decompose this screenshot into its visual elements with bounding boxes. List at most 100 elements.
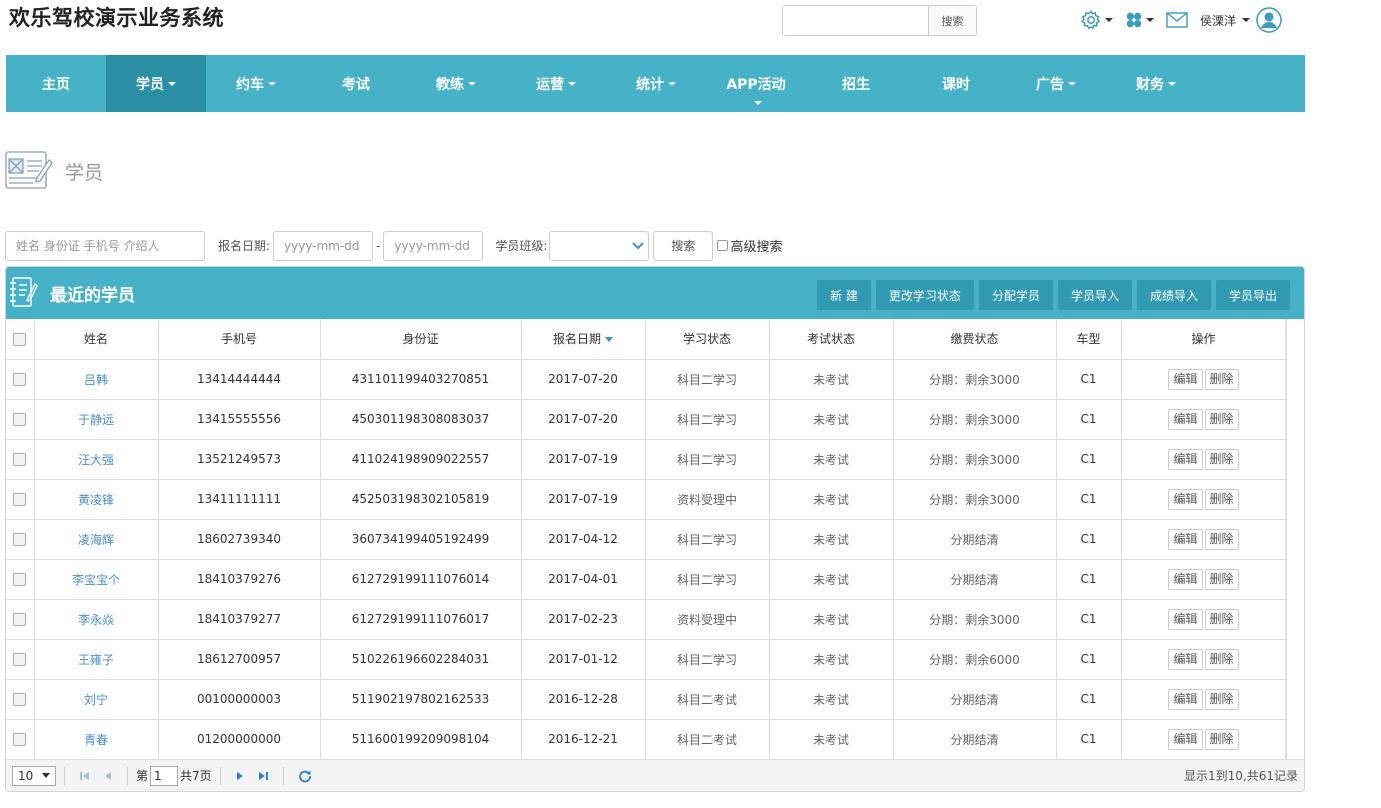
edit-button[interactable]: 编辑 — [1168, 408, 1203, 430]
refresh-icon[interactable] — [298, 769, 312, 783]
filter-search-button[interactable]: 搜索 — [653, 230, 714, 261]
panel-action-button[interactable]: 新 建 — [817, 280, 871, 310]
student-name-link[interactable]: 青春 — [34, 719, 159, 760]
panel-action-button[interactable]: 学员导出 — [1215, 280, 1290, 310]
edit-button[interactable]: 编辑 — [1168, 728, 1203, 750]
nav-item-5[interactable]: 运营 — [506, 55, 606, 112]
row-checkbox[interactable] — [13, 573, 27, 586]
edit-button[interactable]: 编辑 — [1168, 648, 1203, 670]
delete-button[interactable]: 删除 — [1204, 648, 1239, 670]
delete-button[interactable]: 删除 — [1204, 528, 1239, 550]
table-row[interactable]: 李宝宝个 18410379276 612729199111076014 2017-04… — [6, 559, 1287, 600]
select-all-checkbox[interactable] — [13, 332, 27, 346]
messages-button[interactable] — [1166, 12, 1188, 28]
row-checkbox[interactable] — [13, 533, 27, 546]
student-name-link[interactable]: 于静远 — [34, 399, 159, 440]
table-row[interactable]: 李永焱 18410379277 612729199111076017 2017-02-… — [6, 599, 1287, 640]
delete-button[interactable]: 删除 — [1204, 408, 1239, 430]
edit-button[interactable]: 编辑 — [1168, 448, 1203, 470]
table-scrollbar[interactable] — [1285, 319, 1304, 759]
nav-item-10[interactable]: 广告 — [1006, 55, 1106, 112]
edit-button[interactable]: 编辑 — [1168, 568, 1203, 590]
date-to-input[interactable]: yyyy-mm-dd — [383, 230, 484, 261]
panel-action-button[interactable]: 更改学习状态 — [875, 280, 974, 310]
table-row[interactable]: 凌海辉 18602739340 360734199405192499 2017-04-… — [6, 519, 1287, 560]
nav-item-8[interactable]: 招生 — [806, 55, 906, 112]
table-row[interactable]: 王雍子 18612700957 510226196602284031 2017-01-… — [6, 639, 1287, 680]
delete-button[interactable]: 删除 — [1204, 448, 1239, 470]
advanced-search-checkbox[interactable] — [717, 240, 729, 251]
edit-button[interactable]: 编辑 — [1168, 608, 1203, 630]
row-checkbox[interactable] — [13, 453, 27, 466]
nav-item-0[interactable]: 主页 — [6, 55, 106, 112]
page-size-select[interactable]: 10 — [12, 765, 56, 786]
prev-page-icon[interactable] — [103, 770, 113, 782]
row-checkbox[interactable] — [13, 733, 27, 746]
student-name-link[interactable]: 凌海辉 — [34, 519, 159, 560]
column-header[interactable]: 手机号 — [158, 319, 321, 360]
last-page-icon[interactable] — [257, 770, 269, 782]
table-row[interactable]: 黄凌锋 13411111111 452503198302105819 2017-07-… — [6, 479, 1287, 520]
student-name-link[interactable]: 王雍子 — [34, 639, 159, 680]
advanced-search-label[interactable]: 高级搜索 — [730, 236, 782, 255]
keyword-input[interactable]: 姓名 身份证 手机号 介绍人 — [5, 230, 205, 261]
edit-button[interactable]: 编辑 — [1168, 368, 1203, 390]
column-header[interactable]: 报名日期 — [521, 319, 646, 360]
nav-item-3[interactable]: 考试 — [306, 55, 406, 112]
column-header[interactable]: 缴费状态 — [893, 319, 1057, 360]
row-checkbox[interactable] — [13, 373, 27, 386]
student-name-link[interactable]: 李永焱 — [34, 599, 159, 640]
delete-button[interactable]: 删除 — [1204, 608, 1239, 630]
date-separator: - — [376, 238, 381, 253]
delete-button[interactable]: 删除 — [1204, 488, 1239, 510]
student-name-link[interactable]: 吕韩 — [34, 359, 159, 400]
edit-button[interactable]: 编辑 — [1168, 688, 1203, 710]
panel-action-button[interactable]: 学员导入 — [1057, 280, 1132, 310]
class-select[interactable] — [549, 230, 650, 261]
student-name-link[interactable]: 刘宁 — [34, 679, 159, 720]
nav-item-7[interactable]: APP活动 — [706, 55, 806, 112]
nav-item-11[interactable]: 财务 — [1106, 55, 1206, 112]
delete-button[interactable]: 删除 — [1204, 568, 1239, 590]
top-search-input[interactable] — [783, 6, 928, 35]
column-header[interactable]: 车型 — [1056, 319, 1122, 360]
table-row[interactable]: 汪大强 13521249573 411024198909022557 2017-07-… — [6, 439, 1287, 480]
row-checkbox[interactable] — [13, 613, 27, 626]
table-row[interactable]: 于静远 13415555556 450301198308083037 2017-07-… — [6, 399, 1287, 440]
panel-action-button[interactable]: 成绩导入 — [1136, 280, 1211, 310]
first-page-icon[interactable] — [79, 770, 91, 782]
date-from-input[interactable]: yyyy-mm-dd — [273, 230, 374, 261]
user-menu[interactable]: 侯溧洋 — [1200, 7, 1282, 33]
row-checkbox[interactable] — [13, 653, 27, 666]
nav-item-6[interactable]: 统计 — [606, 55, 706, 112]
panel-action-button[interactable]: 分配学员 — [978, 280, 1053, 310]
edit-button[interactable]: 编辑 — [1168, 488, 1203, 510]
row-checkbox[interactable] — [13, 493, 27, 506]
next-page-icon[interactable] — [235, 770, 245, 782]
page-number-input[interactable]: 1 — [150, 765, 179, 786]
column-header[interactable]: 学习状态 — [645, 319, 770, 360]
nav-item-4[interactable]: 教练 — [406, 55, 506, 112]
column-header[interactable]: 身份证 — [320, 319, 522, 360]
table-row[interactable]: 青春 01200000000 511600199209098104 2016-12-2… — [6, 719, 1287, 760]
row-checkbox[interactable] — [13, 413, 27, 426]
delete-button[interactable]: 删除 — [1204, 368, 1239, 390]
table-row[interactable]: 吕韩 13414444444 431101199403270851 2017-07-2… — [6, 359, 1287, 400]
column-header[interactable]: 考试状态 — [769, 319, 894, 360]
column-header[interactable]: 姓名 — [34, 319, 159, 360]
delete-button[interactable]: 删除 — [1204, 688, 1239, 710]
delete-button[interactable]: 删除 — [1204, 728, 1239, 750]
row-checkbox[interactable] — [13, 693, 27, 706]
edit-button[interactable]: 编辑 — [1168, 528, 1203, 550]
student-name-link[interactable]: 李宝宝个 — [34, 559, 159, 600]
student-name-link[interactable]: 汪大强 — [34, 439, 159, 480]
table-row[interactable]: 刘宁 00100000003 511902197802162533 2016-12-2… — [6, 679, 1287, 720]
nav-item-2[interactable]: 约车 — [206, 55, 306, 112]
column-header[interactable]: 操作 — [1121, 319, 1287, 360]
nav-item-1[interactable]: 学员 — [106, 55, 206, 112]
student-name-link[interactable]: 黄凌锋 — [34, 479, 159, 520]
settings-menu[interactable] — [1080, 9, 1113, 31]
nav-item-9[interactable]: 课时 — [906, 55, 1006, 112]
top-search-button[interactable]: 搜索 — [928, 6, 976, 35]
apps-menu[interactable] — [1125, 11, 1154, 29]
